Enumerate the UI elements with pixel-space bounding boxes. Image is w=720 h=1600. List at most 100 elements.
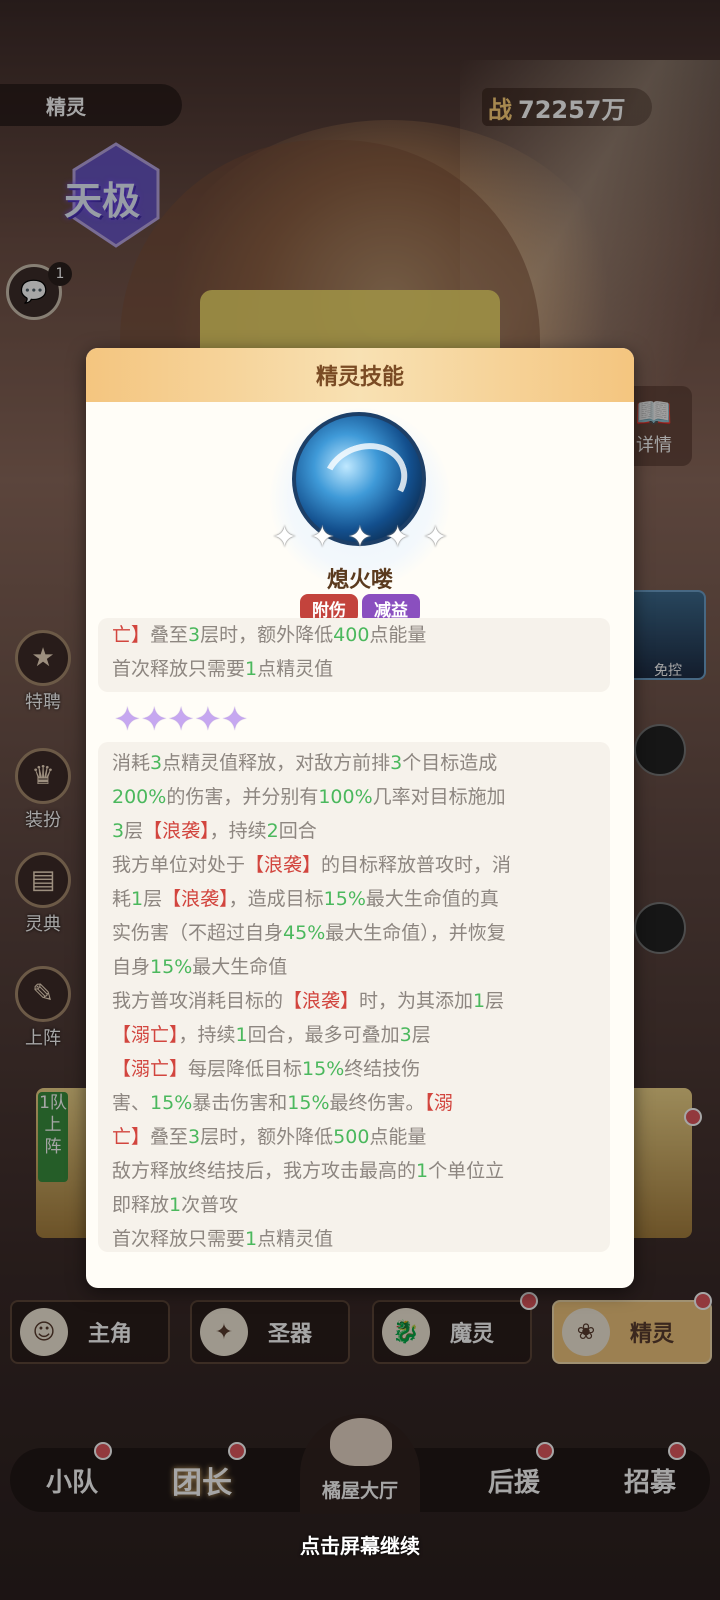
status-keyword: 亡】 xyxy=(112,1126,151,1148)
status-keyword: 【浪袭】 xyxy=(245,854,322,876)
description-text: 点精灵值释放，对敌方前排 xyxy=(162,752,391,774)
numeric-value: 500 xyxy=(333,1126,370,1148)
description-text: 点能量 xyxy=(369,1126,427,1148)
numeric-value: 1 xyxy=(131,888,144,910)
star-icon: ✦ xyxy=(167,700,195,738)
description-text: 个单位立 xyxy=(428,1160,505,1182)
numeric-value: 3 xyxy=(112,820,125,842)
status-keyword: 【浪袭】 xyxy=(143,820,210,842)
description-text: 回合 xyxy=(278,820,317,842)
spirit-skill-modal[interactable]: 精灵技能 ✦ ✦ ✦ ✦ ✦ 熄火喽 附伤 减益 亡】叠至3层时，额外降低400点能量首… xyxy=(86,348,634,1288)
description-line: 首次释放只需要1点精灵值 xyxy=(112,652,596,686)
skill-star-rating: ✦ ✦ ✦ ✦ ✦ xyxy=(272,520,448,555)
numeric-value: 400 xyxy=(333,624,370,646)
description-line: 即释放1次普攻 xyxy=(112,1188,596,1222)
status-keyword: 【溺 xyxy=(424,1092,454,1114)
description-text: 叠至 xyxy=(150,624,189,646)
description-text: 层 xyxy=(143,888,163,910)
description-text: 的伤害，并分别有 xyxy=(166,786,319,808)
description-text: 终结技伤 xyxy=(344,1058,421,1080)
star-icon: ✦ xyxy=(385,520,411,555)
numeric-value: 45% xyxy=(283,922,326,944)
description-line: 害、15%暴击伤害和15%最终伤害。【溺 xyxy=(112,1086,596,1120)
numeric-value: 200% xyxy=(112,786,167,808)
description-line: 自身15%最大生命值 xyxy=(112,950,596,984)
description-line: 敌方释放终结技后，我方攻击最高的1个单位立 xyxy=(112,1154,596,1188)
numeric-value: 15% xyxy=(150,956,193,978)
description-text: 自身 xyxy=(112,956,151,978)
description-text: 耗 xyxy=(112,888,132,910)
tap-to-continue-hint: 点击屏幕继续 xyxy=(300,1534,420,1558)
description-line: 耗1层【浪袭】，造成目标15%最大生命值的真 xyxy=(112,882,596,916)
description-text: ，持续 xyxy=(209,820,267,842)
star-icon: ✦ xyxy=(114,700,141,738)
description-line: 首次释放只需要1点精灵值 xyxy=(112,1222,596,1256)
numeric-value: 15% xyxy=(287,1092,330,1114)
numeric-value: 1 xyxy=(473,990,486,1012)
skill-name: 熄火喽 xyxy=(326,568,393,593)
description-text: 实伤害（不超过自身 xyxy=(112,922,284,944)
description-text: 层 xyxy=(485,990,505,1012)
description-text: 次普攻 xyxy=(181,1194,239,1216)
star-icon: ✦ xyxy=(272,520,298,555)
numeric-value: 1 xyxy=(245,658,258,680)
description-text: 回合，最多可叠加 xyxy=(247,1024,400,1046)
description-text: 几率对目标施加 xyxy=(372,786,506,808)
description-text: 我方普攻消耗目标的 xyxy=(112,990,284,1012)
description-text: 消耗 xyxy=(112,752,151,774)
numeric-value: 2 xyxy=(266,820,279,842)
star-icon: ✦ xyxy=(221,700,249,738)
description-line: 亡】叠至3层时，额外降低500点能量 xyxy=(112,1120,596,1154)
status-keyword: 【浪袭】 xyxy=(283,990,360,1012)
numeric-value: 3 xyxy=(188,1126,201,1148)
description-text: 首次释放只需要 xyxy=(112,1228,246,1250)
star-icon: ✦ xyxy=(347,520,373,555)
numeric-value: 3 xyxy=(150,752,163,774)
numeric-value: 3 xyxy=(399,1024,412,1046)
numeric-value: 15% xyxy=(302,1058,345,1080)
description-text: 点精灵值 xyxy=(257,1228,334,1250)
description-text: 叠至 xyxy=(150,1126,189,1148)
description-text: 的目标释放普攻时，消 xyxy=(321,854,512,876)
description-text: 个目标造成 xyxy=(402,752,498,774)
description-text: 最大生命值 xyxy=(192,956,288,978)
numeric-value: 15% xyxy=(323,888,366,910)
star-icon: ✦ xyxy=(422,520,448,555)
description-text: 暴击伤害和 xyxy=(192,1092,288,1114)
numeric-value: 15% xyxy=(150,1092,193,1114)
description-text: 层 xyxy=(411,1024,431,1046)
description-line: 3层【浪袭】，持续2回合 xyxy=(112,814,596,848)
modal-title: 精灵技能 xyxy=(86,348,634,402)
description-text: 层时，额外降低 xyxy=(200,1126,334,1148)
description-line: 实伤害（不超过自身45%最大生命值），并恢复 xyxy=(112,916,596,950)
description-line: 亡】叠至3层时，额外降低400点能量 xyxy=(112,618,596,652)
description-text: 我方单位对处于 xyxy=(112,854,246,876)
level-star-rating: ✦ ✦ ✦ ✦ ✦ xyxy=(114,700,248,738)
description-text: 最大生命值），并恢复 xyxy=(325,922,506,944)
description-line: 我方普攻消耗目标的【浪袭】时，为其添加1层 xyxy=(112,984,596,1018)
description-line: 我方单位对处于【浪袭】的目标释放普攻时，消 xyxy=(112,848,596,882)
numeric-value: 1 xyxy=(416,1160,429,1182)
description-text: 首次释放只需要 xyxy=(112,658,246,680)
description-text: 时，为其添加 xyxy=(359,990,474,1012)
description-line: 【溺亡】，持续1回合，最多可叠加3层 xyxy=(112,1018,596,1052)
numeric-value: 3 xyxy=(188,624,201,646)
description-text: 敌方释放终结技后，我方攻击最高的 xyxy=(112,1160,417,1182)
description-text: ，持续 xyxy=(178,1024,236,1046)
status-keyword: 【溺亡】 xyxy=(112,1058,189,1080)
star-icon: ✦ xyxy=(140,700,168,738)
numeric-value: 1 xyxy=(169,1194,182,1216)
description-text: 每层降低目标 xyxy=(188,1058,303,1080)
description-text: 害、 xyxy=(112,1092,151,1114)
description-line: 200%的伤害，并分别有100%几率对目标施加 xyxy=(112,780,596,814)
description-line: 消耗3点精灵值释放，对敌方前排3个目标造成 xyxy=(112,746,596,780)
description-text: 最终伤害。 xyxy=(329,1092,425,1114)
status-keyword: 【浪袭】 xyxy=(162,888,229,910)
star-icon: ✦ xyxy=(194,700,222,738)
description-text: 即释放 xyxy=(112,1194,170,1216)
description-text: ，造成目标 xyxy=(228,888,324,910)
numeric-value: 1 xyxy=(235,1024,248,1046)
status-keyword: 亡】 xyxy=(112,624,151,646)
description-text: 层 xyxy=(124,820,144,842)
description-text: 层时，额外降低 xyxy=(200,624,334,646)
